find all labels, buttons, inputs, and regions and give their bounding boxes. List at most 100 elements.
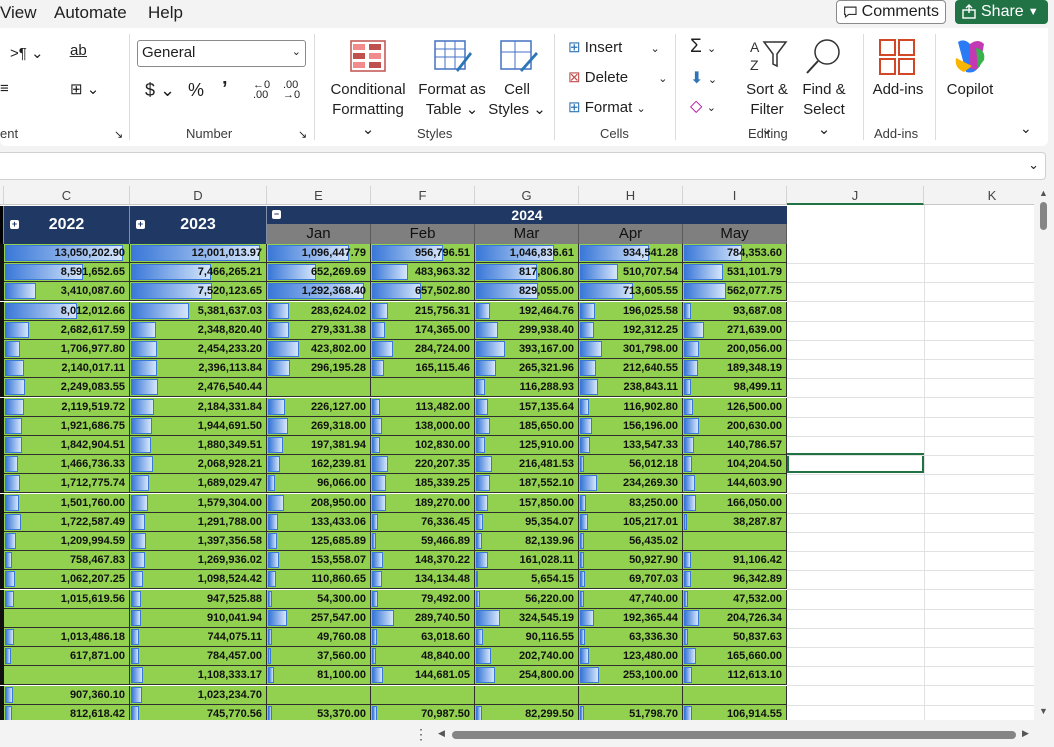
- conditional-formatting-button[interactable]: Conditional Formatting ⌄: [326, 80, 410, 140]
- cell-d[interactable]: 2,454,233.20: [130, 340, 267, 359]
- cell-f[interactable]: 289,740.50: [371, 609, 475, 628]
- percent-icon[interactable]: %: [188, 80, 204, 101]
- cell-d[interactable]: 1,579,304.00: [130, 494, 267, 513]
- cell-c[interactable]: 2,249,083.55: [4, 378, 130, 397]
- cell-f[interactable]: 70,987.50: [371, 705, 475, 720]
- cell-i[interactable]: 126,500.00: [683, 398, 787, 417]
- cell-e[interactable]: 54,300.00: [267, 590, 371, 609]
- cell-g[interactable]: 393,167.00: [475, 340, 579, 359]
- cell-e[interactable]: 257,547.00: [267, 609, 371, 628]
- cell-d[interactable]: 7,466,265.21: [130, 263, 267, 282]
- column-header-e[interactable]: E: [267, 186, 371, 205]
- cell-c[interactable]: 2,682,617.59: [4, 321, 130, 340]
- cell-g[interactable]: 90,116.55: [475, 628, 579, 647]
- cell-h[interactable]: 301,798.00: [579, 340, 683, 359]
- cell-f[interactable]: 657,502.80: [371, 282, 475, 301]
- wrap-text-icon[interactable]: a̲b̲: [70, 42, 87, 59]
- cell-c[interactable]: 758,467.83: [4, 551, 130, 570]
- column-header-j[interactable]: J: [787, 186, 924, 205]
- cell-i[interactable]: 271,639.00: [683, 321, 787, 340]
- cell-d[interactable]: 1,108,333.17: [130, 666, 267, 685]
- cell-c[interactable]: 8,012,012.66: [4, 302, 130, 321]
- cell-c[interactable]: 3,410,087.60: [4, 282, 130, 301]
- cell-d[interactable]: 947,525.88: [130, 590, 267, 609]
- paragraph-direction-icon[interactable]: >¶ ⌄: [10, 44, 44, 62]
- cell-h[interactable]: 50,927.90: [579, 551, 683, 570]
- cell-i[interactable]: 98,499.11: [683, 378, 787, 397]
- chevron-down-icon[interactable]: ▼: [1028, 6, 1039, 18]
- cell-c[interactable]: 13,050,202.90: [4, 244, 130, 263]
- share-button[interactable]: Share ▼: [955, 0, 1048, 24]
- scroll-up-icon[interactable]: ▲: [1039, 188, 1048, 198]
- cell-i[interactable]: 144,603.90: [683, 474, 787, 493]
- expand-icon[interactable]: +: [136, 220, 145, 229]
- cell-f[interactable]: 59,466.89: [371, 532, 475, 551]
- cell-d[interactable]: 744,075.11: [130, 628, 267, 647]
- cell-d[interactable]: 1,269,936.02: [130, 551, 267, 570]
- cell-i[interactable]: 531,101.79: [683, 263, 787, 282]
- cell-d[interactable]: 12,001,013.97: [130, 244, 267, 263]
- cell-f[interactable]: 215,756.31: [371, 302, 475, 321]
- cell-e[interactable]: 153,558.07: [267, 551, 371, 570]
- scroll-right-icon[interactable]: ▶: [1022, 728, 1029, 739]
- cell-i[interactable]: 104,204.50: [683, 455, 787, 474]
- menu-view[interactable]: View: [0, 3, 37, 23]
- column-header-g[interactable]: G: [475, 186, 579, 205]
- menu-help[interactable]: Help: [148, 3, 183, 23]
- comma-style-icon[interactable]: ’: [222, 78, 228, 101]
- currency-icon[interactable]: $ ⌄: [145, 80, 175, 101]
- cell-f[interactable]: [371, 378, 475, 397]
- cell-i[interactable]: 200,630.00: [683, 417, 787, 436]
- column-header-k[interactable]: K: [924, 186, 1034, 205]
- cell-c[interactable]: [4, 666, 130, 685]
- cell-c[interactable]: 1,706,977.80: [4, 340, 130, 359]
- cell-d[interactable]: 1,098,524.42: [130, 570, 267, 589]
- cell-i[interactable]: 784,353.60: [683, 244, 787, 263]
- cell-f[interactable]: 185,339.25: [371, 474, 475, 493]
- cell-f[interactable]: [371, 686, 475, 705]
- cell-f[interactable]: 165,115.46: [371, 359, 475, 378]
- clear-icon[interactable]: ◇ ⌄: [690, 96, 716, 116]
- cell-h[interactable]: 56,435.02: [579, 532, 683, 551]
- cell-h[interactable]: 510,707.54: [579, 263, 683, 282]
- cell-i[interactable]: 112,613.10: [683, 666, 787, 685]
- cell-c[interactable]: 1,466,736.33: [4, 455, 130, 474]
- cell-e[interactable]: 37,560.00: [267, 647, 371, 666]
- cell-h[interactable]: 51,798.70: [579, 705, 683, 720]
- cell-e[interactable]: 226,127.00: [267, 398, 371, 417]
- cell-f[interactable]: 138,000.00: [371, 417, 475, 436]
- cell-i[interactable]: 96,342.89: [683, 570, 787, 589]
- cell-e[interactable]: 296,195.28: [267, 359, 371, 378]
- cell-h[interactable]: 253,100.00: [579, 666, 683, 685]
- cell-c[interactable]: 1,015,619.56: [4, 590, 130, 609]
- number-format-select[interactable]: General ⌄: [137, 40, 306, 67]
- cell-f[interactable]: 76,336.45: [371, 513, 475, 532]
- header-2024[interactable]: − 2024: [267, 206, 787, 224]
- cell-h[interactable]: [579, 686, 683, 705]
- cell-g[interactable]: 192,464.76: [475, 302, 579, 321]
- cell-h[interactable]: 63,336.30: [579, 628, 683, 647]
- cell-d[interactable]: 1,944,691.50: [130, 417, 267, 436]
- cell-g[interactable]: 254,800.00: [475, 666, 579, 685]
- dialog-launcher-icon[interactable]: ↘: [114, 128, 123, 141]
- copilot-button[interactable]: Copilot: [940, 80, 1000, 100]
- cell-g[interactable]: 817,806.80: [475, 263, 579, 282]
- cell-f[interactable]: 956,796.51: [371, 244, 475, 263]
- cell-h[interactable]: 116,902.80: [579, 398, 683, 417]
- cell-e[interactable]: 283,624.02: [267, 302, 371, 321]
- align-icon[interactable]: ≡: [0, 80, 9, 97]
- cell-d[interactable]: 745,770.56: [130, 705, 267, 720]
- cell-h[interactable]: 934,541.28: [579, 244, 683, 263]
- cell-i[interactable]: 166,050.00: [683, 494, 787, 513]
- cell-h[interactable]: 713,605.55: [579, 282, 683, 301]
- cell-i[interactable]: [683, 686, 787, 705]
- column-header-h[interactable]: H: [579, 186, 683, 205]
- cell-h[interactable]: 238,843.11: [579, 378, 683, 397]
- addins-button[interactable]: Add-ins: [866, 80, 930, 100]
- cell-d[interactable]: 2,068,928.21: [130, 455, 267, 474]
- cell-g[interactable]: 299,938.40: [475, 321, 579, 340]
- cell-e[interactable]: 81,100.00: [267, 666, 371, 685]
- cell-g[interactable]: 116,288.93: [475, 378, 579, 397]
- dialog-launcher-icon[interactable]: ↘: [298, 128, 307, 141]
- cell-c[interactable]: 1,501,760.00: [4, 494, 130, 513]
